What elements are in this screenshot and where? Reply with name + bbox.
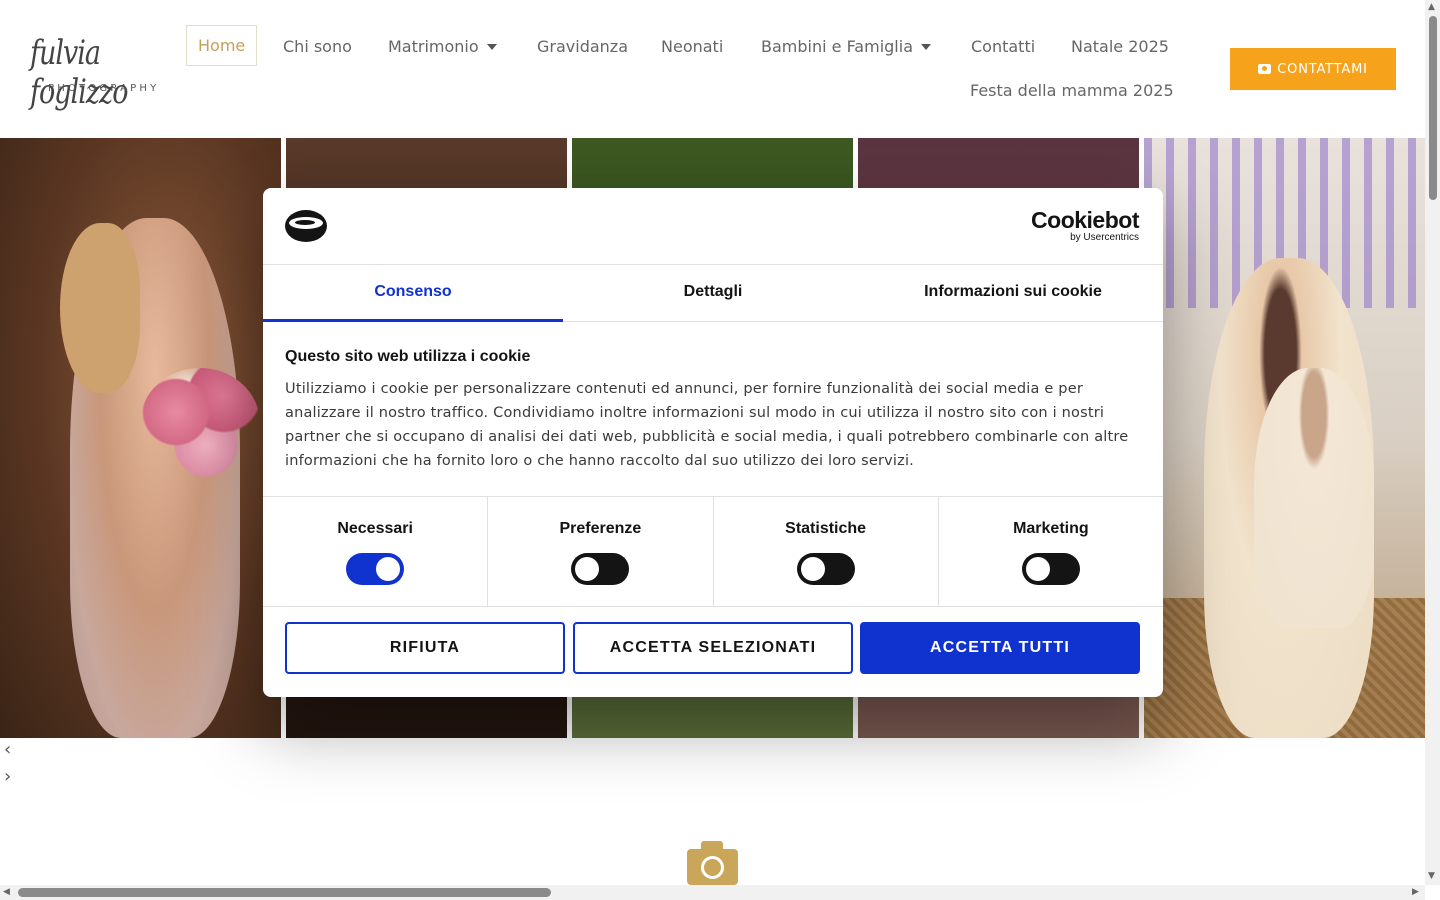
category-preferenze: Preferenze (488, 497, 714, 606)
contattami-label: CONTATTAMI (1277, 61, 1368, 77)
scroll-right-icon[interactable]: ▶ (1412, 888, 1419, 897)
nav-matrimonio[interactable]: Matrimonio (388, 37, 497, 56)
photo-hair (60, 223, 140, 393)
nav-home[interactable]: Home (186, 25, 258, 66)
tab-informazioni[interactable]: Informazioni sui cookie (863, 265, 1163, 321)
caret-down-icon (486, 44, 497, 50)
chevron-right-icon[interactable]: › (4, 768, 16, 786)
accept-all-button[interactable]: ACCETTA TUTTI (860, 622, 1140, 674)
gallery-photo-maternity[interactable] (0, 138, 281, 738)
toggle-knob (575, 557, 600, 581)
nav-festa-mamma-2025[interactable]: Festa della mamma 2025 (970, 81, 1174, 100)
caret-down-icon (921, 44, 931, 50)
site-logo[interactable]: fulvia foglizzo PHOTOGRAPHY (28, 34, 160, 112)
site-header: fulvia foglizzo PHOTOGRAPHY Home Chi son… (0, 0, 1425, 138)
cookiebot-brand-name: Cookiebot (1031, 207, 1139, 233)
contattami-button[interactable]: CONTATTAMI (1230, 48, 1396, 90)
nav-contatti[interactable]: Contatti (971, 37, 1035, 56)
nav-gravidanza[interactable]: Gravidanza (537, 37, 628, 56)
accept-selected-button[interactable]: ACCETTA SELEZIONATI (573, 622, 853, 674)
reject-button[interactable]: RIFIUTA (285, 622, 565, 674)
chevron-left-icon[interactable]: ‹ (4, 741, 16, 759)
nav-bambini-famiglia[interactable]: Bambini e Famiglia (761, 37, 931, 56)
toggle-knob (800, 557, 825, 581)
category-label: Marketing (1013, 520, 1089, 537)
toggle-necessari[interactable] (346, 553, 405, 585)
toggle-preferenze[interactable] (571, 553, 630, 585)
cookiebot-logo-icon (285, 210, 327, 242)
page: fulvia foglizzo PHOTOGRAPHY Home Chi son… (0, 0, 1440, 900)
category-marketing: Marketing (939, 497, 1163, 606)
vertical-scroll-thumb[interactable] (1429, 16, 1437, 200)
camera-icon (1258, 64, 1272, 74)
scroll-down-icon[interactable]: ▼ (1428, 872, 1435, 881)
photo-child (1254, 368, 1374, 628)
scroll-left-icon[interactable]: ◀ (3, 888, 10, 897)
horizontal-scroll-thumb[interactable] (18, 888, 551, 897)
toggle-statistiche[interactable] (796, 553, 855, 585)
gallery-photo-family[interactable] (1144, 138, 1425, 738)
cookie-title: Questo sito web utilizza i cookie (285, 348, 531, 365)
cookiebot-logo-disc (285, 210, 327, 242)
nav-chi-sono[interactable]: Chi sono (283, 37, 352, 56)
logo-subtitle: PHOTOGRAPHY (48, 83, 160, 94)
horizontal-scrollbar[interactable]: ◀ ▶ (0, 885, 1425, 900)
nav-natale-2025[interactable]: Natale 2025 (1071, 37, 1169, 56)
nav-matrimonio-label: Matrimonio (388, 37, 479, 56)
category-necessari: Necessari (263, 497, 489, 606)
category-label: Preferenze (559, 520, 642, 537)
photo-flowers (140, 368, 260, 478)
cookiebot-brand-by: by Usercentrics (1070, 232, 1139, 243)
tab-consenso[interactable]: Consenso (263, 265, 563, 322)
toggle-marketing[interactable] (1021, 553, 1080, 585)
cookiebot-brand: Cookiebot by Usercentrics (1031, 208, 1139, 243)
logo-script: fulvia foglizzo (30, 34, 129, 112)
nav-neonati[interactable]: Neonati (661, 37, 723, 56)
toggle-knob (376, 557, 401, 581)
cookie-tabs: Consenso Dettagli Informazioni sui cooki… (263, 264, 1163, 322)
cookie-categories: Necessari Preferenze Statistiche Marketi… (263, 496, 1163, 607)
category-statistiche: Statistiche (714, 497, 939, 606)
camera-icon-lens (701, 856, 724, 879)
cookie-description: Utilizziamo i cookie per personalizzare … (285, 381, 1129, 469)
cookie-consent-dialog: Cookiebot by Usercentrics Consenso Detta… (263, 188, 1163, 697)
scroll-up-icon[interactable]: ▲ (1428, 3, 1435, 12)
tab-dettagli[interactable]: Dettagli (563, 265, 863, 321)
camera-icon (687, 841, 738, 885)
category-label: Necessari (337, 520, 413, 537)
category-label: Statistiche (785, 520, 867, 537)
toggle-knob (1025, 557, 1050, 581)
nav-bambini-famiglia-label: Bambini e Famiglia (761, 37, 913, 56)
vertical-scrollbar[interactable]: ▲ ▼ (1425, 0, 1440, 885)
